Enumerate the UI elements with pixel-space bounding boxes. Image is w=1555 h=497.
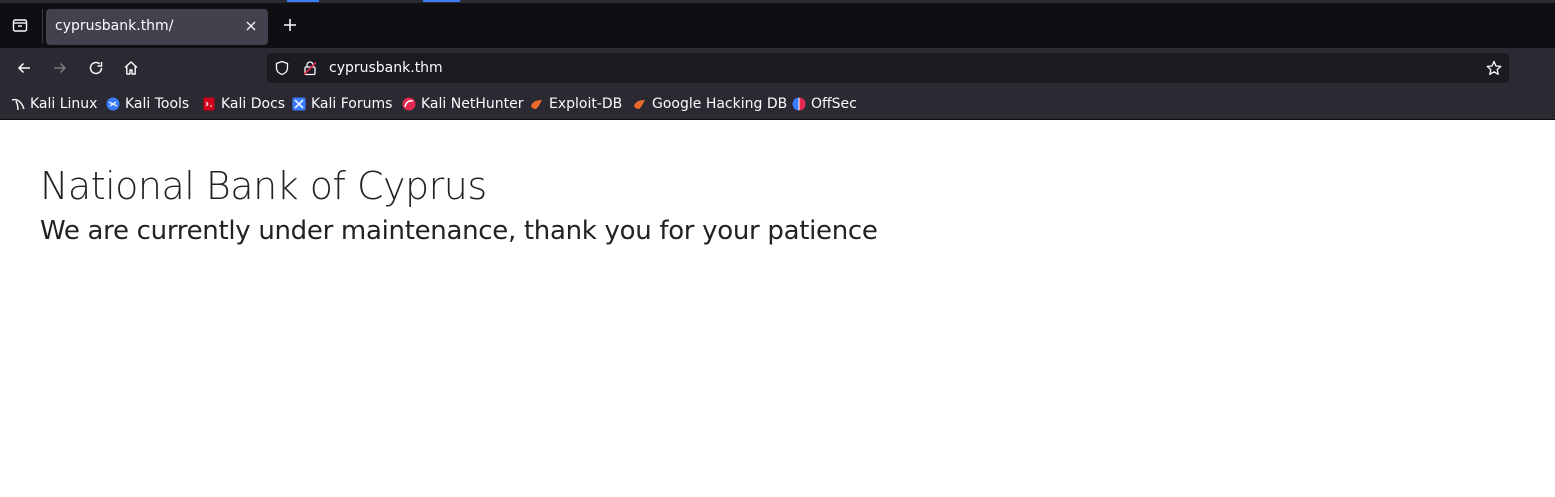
bookmark-label: Kali Forums bbox=[311, 96, 393, 112]
new-tab-button[interactable] bbox=[278, 13, 302, 37]
tab-bar: cyprusbank.thm/ bbox=[0, 3, 1555, 48]
url-text[interactable]: cyprusbank.thm bbox=[329, 60, 443, 76]
shield-icon bbox=[275, 60, 289, 76]
bookmark-page-button[interactable] bbox=[1485, 59, 1503, 77]
page-content: National Bank of Cyprus We are currently… bbox=[0, 120, 1555, 497]
bookmark-kali-nethunter[interactable]: Kali NetHunter bbox=[402, 95, 523, 113]
address-bar[interactable]: cyprusbank.thm bbox=[267, 53, 1509, 83]
plus-icon bbox=[284, 19, 296, 31]
bookmark-kali-tools[interactable]: Kali Tools bbox=[106, 95, 189, 113]
bookmark-kali-docs[interactable]: Kali Docs bbox=[202, 95, 285, 113]
reload-icon bbox=[89, 61, 103, 75]
arrow-right-icon bbox=[54, 62, 67, 74]
workspace-indicator bbox=[287, 0, 319, 2]
navigation-toolbar: cyprusbank.thm bbox=[0, 48, 1555, 88]
close-tab-button[interactable] bbox=[242, 17, 260, 35]
close-icon bbox=[246, 21, 256, 31]
workspace-indicator bbox=[423, 0, 460, 2]
home-icon bbox=[124, 61, 138, 75]
star-icon bbox=[1486, 60, 1502, 75]
exploit-db-icon bbox=[531, 100, 542, 109]
google-hacking-db-icon bbox=[634, 100, 645, 109]
bookmark-label: Kali Linux bbox=[30, 96, 98, 112]
bookmark-label: Kali Docs bbox=[221, 96, 286, 112]
bookmark-offsec[interactable]: OffSec bbox=[792, 95, 857, 113]
tab-separator bbox=[42, 9, 43, 43]
tab-list-icon bbox=[12, 19, 28, 32]
bookmark-kali-linux[interactable]: Kali Linux bbox=[11, 95, 97, 113]
bookmark-kali-forums[interactable]: Kali Forums bbox=[292, 95, 392, 113]
bookmark-label: Exploit-DB bbox=[549, 96, 623, 112]
back-button[interactable] bbox=[12, 56, 36, 80]
page-title: National Bank of Cyprus bbox=[40, 164, 487, 208]
offsec-icon bbox=[792, 97, 806, 111]
forward-button[interactable] bbox=[48, 56, 72, 80]
home-button[interactable] bbox=[119, 56, 143, 80]
bookmarks-toolbar: Kali Linux Kali Tools Kali Docs Kali For… bbox=[0, 88, 1555, 120]
kali-nethunter-icon bbox=[402, 97, 416, 111]
bookmark-label: Google Hacking DB bbox=[652, 96, 788, 112]
tab-title: cyprusbank.thm/ bbox=[55, 18, 174, 34]
tracking-protection-button[interactable] bbox=[273, 59, 291, 77]
reload-button[interactable] bbox=[84, 56, 108, 80]
kali-tools-icon bbox=[106, 97, 120, 111]
bookmark-google-hacking-db[interactable]: Google Hacking DB bbox=[633, 95, 787, 113]
bookmark-label: Kali NetHunter bbox=[421, 96, 524, 112]
bookmark-label: OffSec bbox=[811, 96, 857, 112]
maintenance-message: We are currently under maintenance, than… bbox=[40, 216, 878, 246]
kali-docs-icon bbox=[203, 97, 215, 111]
list-all-tabs-button[interactable] bbox=[8, 13, 32, 37]
bookmark-exploit-db[interactable]: Exploit-DB bbox=[530, 95, 622, 113]
bookmark-label: Kali Tools bbox=[125, 96, 190, 112]
site-security-button[interactable] bbox=[301, 59, 319, 77]
tab-active[interactable]: cyprusbank.thm/ bbox=[46, 9, 268, 45]
kali-forums-icon bbox=[292, 97, 306, 111]
kali-dragon-icon bbox=[11, 98, 25, 111]
arrow-left-icon bbox=[17, 62, 30, 74]
insecure-lock-icon bbox=[303, 61, 317, 76]
